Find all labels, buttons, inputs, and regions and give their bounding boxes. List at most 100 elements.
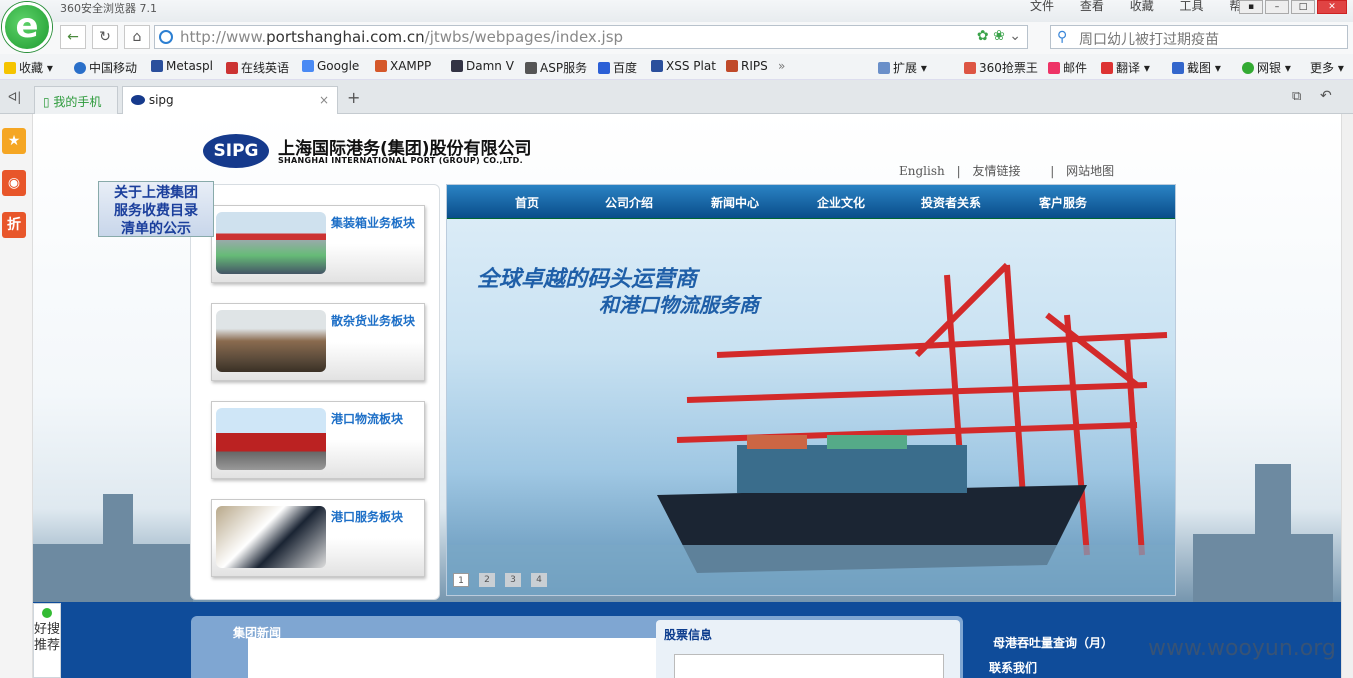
link-friends[interactable]: 友情链接 [972,164,1020,178]
top-links: English | 友情链接 | 网站地图 [895,162,1118,179]
link-throughput-query[interactable]: 母港吞吐量查询（月） [993,634,1113,651]
sidebar-toggle-icon[interactable]: ᐊ| [8,90,21,104]
port-staff-image [216,506,326,568]
crane-ship-illustration [447,262,1175,595]
fav-extensions[interactable]: 扩展 ▾ [878,59,927,76]
discount-icon[interactable]: 折 [2,212,26,238]
url-input[interactable]: http://www.portshanghai.com.cn/jtwbs/web… [154,25,1028,49]
search-input[interactable]: ⚲ 周口幼儿被打过期疫苗 [1050,25,1348,49]
fav-metasploit[interactable]: Metaspl [151,59,213,73]
good-search-widget[interactable]: 好搜推荐 [33,603,61,678]
search-text: 周口幼儿被打过期疫苗 [1079,32,1219,48]
search-icon: ⚲ [1057,29,1068,45]
undo-close-icon[interactable]: ↶ [1320,88,1332,104]
sipg-favicon-icon [131,95,145,105]
tab-sipg[interactable]: sipg × [122,86,338,114]
star-icon[interactable]: ★ [2,128,26,154]
slide-dot[interactable]: 3 [505,573,521,587]
web-page: SIPG 上海国际港务(集团)股份有限公司 SHANGHAI INTERNATI… [33,114,1341,678]
fav-ticket[interactable]: 360抢票王 [964,59,1038,76]
fav-china-mobile[interactable]: 中国移动 [74,59,137,76]
fav-baidu[interactable]: 百度 [598,59,637,76]
link-english[interactable]: English [899,164,945,178]
menu-file[interactable]: 文件 [1030,0,1054,13]
globe-icon [159,30,173,44]
url-text: http://www.portshanghai.com.cn/jtwbs/web… [180,28,624,46]
fav-mail[interactable]: 邮件 [1048,59,1087,76]
fav-screenshot[interactable]: 截图 ▾ [1172,59,1221,76]
fav-dvwa[interactable]: Damn V [451,59,514,73]
weibo-icon[interactable]: ◉ [2,170,26,196]
link-sitemap[interactable]: 网站地图 [1066,164,1114,178]
fav-english[interactable]: 在线英语 [226,59,289,76]
fav-more-chevron-icon[interactable]: » [778,59,785,73]
city-tower-right [1255,464,1291,604]
link-contact-us[interactable]: 联系我们 [989,659,1113,676]
business-panel: 集装箱业务板块 散杂货业务板块 港口物流板块 港口服务板块 [190,184,440,600]
news-list [248,638,658,678]
browser-app-name: 360安全浏览器 7.1 [60,2,157,15]
notice-line: 清单的公示 [121,221,191,237]
fav-bank[interactable]: 网银 ▾ [1242,59,1291,76]
good-search-label: 好搜推荐 [34,622,61,653]
favorites-bar: 收藏 ▾ 中国移动 Metaspl 在线英语 Google XAMPP Damn… [0,54,1353,80]
maximize-button[interactable]: □ [1291,0,1315,14]
stock-content [674,654,944,678]
business-label: 散杂货业务板块 [331,314,416,328]
notice-line: 服务收费目录 [114,203,198,219]
menu-tools[interactable]: 工具 [1180,0,1204,13]
fav-more[interactable]: 更多 ▾ [1310,59,1344,76]
company-name-en: SHANGHAI INTERNATIONAL PORT (GROUP) CO.,… [278,156,523,165]
slide-dot[interactable]: 4 [531,573,547,587]
stock-title: 股票信息 [664,628,713,642]
slide-pager: 1 2 3 4 [453,573,547,587]
new-tab-icon[interactable]: + [347,88,360,107]
city-tower [103,494,133,604]
restore-tabs-icon[interactable]: ⧉ [1292,89,1301,104]
right-links: 母港吞吐量查询（月） 联系我们 [989,634,1113,676]
notice-line: 关于上港集团 [114,185,198,201]
tab-my-phone[interactable]: ▯ 我的手机 [34,86,118,114]
business-container[interactable]: 集装箱业务板块 [211,205,425,283]
hero-banner: 首页 公司介绍 新闻中心 企业文化 投资者关系 客户服务 全球卓越的码头运营商 … [446,184,1176,596]
address-toolbar: ← ↻ ⌂ http://www.portshanghai.com.cn/jtw… [0,22,1353,54]
stock-section: 股票信息 [656,620,960,678]
fav-xss-plat[interactable]: XSS Plat [651,59,716,73]
trucks-image [216,408,326,470]
menu-view[interactable]: 查看 [1080,0,1104,13]
back-icon[interactable]: ← [60,25,86,49]
close-button[interactable]: ✕ [1317,0,1347,14]
refresh-icon[interactable]: ↻ [92,25,118,49]
fav-asp[interactable]: ASP服务 [525,59,587,76]
business-port-service[interactable]: 港口服务板块 [211,499,425,577]
page-scrollbar[interactable] [1341,114,1353,678]
slide-dot[interactable]: 2 [479,573,495,587]
watermark-text: www.wooyun.org [1148,636,1336,661]
fee-notice-badge[interactable]: 关于上港集团 服务收费目录 清单的公示 [98,181,214,237]
fav-rips[interactable]: RIPS [726,59,768,73]
sipg-logo[interactable]: SIPG [203,134,269,168]
browser-titlebar: 360安全浏览器 7.1 文件 查看 收藏 工具 帮助 ▪ – □ ✕ [0,0,1353,22]
slide-dot[interactable]: 1 [453,573,469,587]
business-label: 港口服务板块 [331,510,404,524]
close-tab-icon[interactable]: × [319,93,329,107]
fav-xampp[interactable]: XAMPP [375,59,431,73]
fav-collect[interactable]: 收藏 ▾ [4,59,53,76]
skin-button[interactable]: ▪ [1239,0,1263,14]
business-logistics[interactable]: 港口物流板块 [211,401,425,479]
separator: | [956,164,961,178]
menu-favorites[interactable]: 收藏 [1130,0,1154,13]
separator: | [1050,164,1055,178]
browser-logo-icon[interactable]: e [2,2,52,52]
news-section: 集团新闻 股票信息 [191,616,963,678]
window-controls: ▪ – □ ✕ [1239,0,1347,14]
fav-translate[interactable]: 翻译 ▾ [1101,59,1150,76]
url-status-icons[interactable]: ✿ ❀ ⌄ [977,28,1021,44]
minimize-button[interactable]: – [1265,0,1289,14]
business-label: 港口物流板块 [331,412,404,426]
business-bulk-cargo[interactable]: 散杂货业务板块 [211,303,425,381]
fav-google[interactable]: Google [302,59,359,73]
bulk-cargo-image [216,310,326,372]
home-icon[interactable]: ⌂ [124,25,150,49]
tab-bar: ᐊ| ▯ 我的手机 sipg × + ⧉ ↶ [0,80,1353,114]
